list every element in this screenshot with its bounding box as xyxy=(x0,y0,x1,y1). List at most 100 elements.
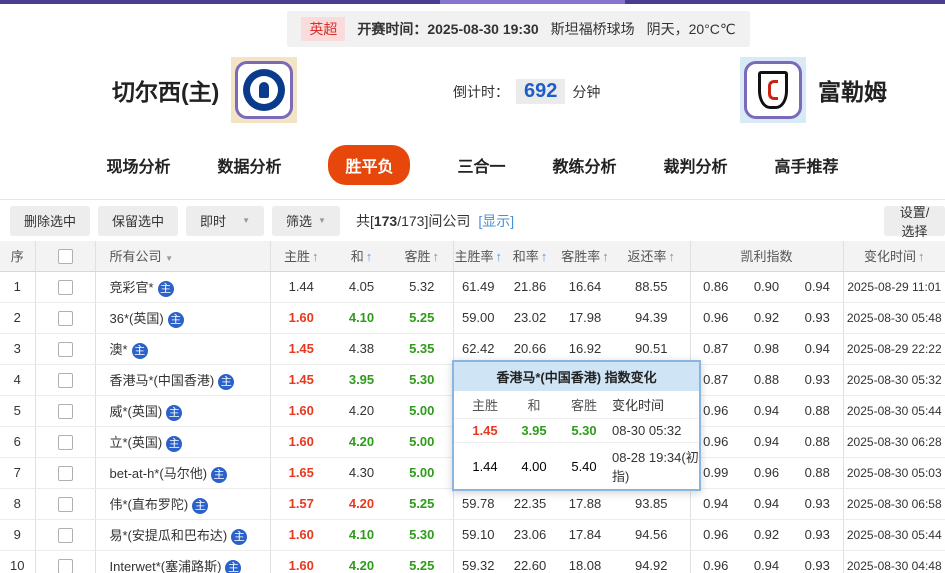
time-mode-dropdown[interactable]: 即时 ▼ xyxy=(186,205,265,236)
tab[interactable]: 三合一 xyxy=(457,145,505,185)
chevron-down-icon: ▼ xyxy=(242,216,251,225)
col-change-time[interactable]: 变化时间 ↑ xyxy=(843,241,945,272)
cell-draw-odds[interactable]: 4.20 xyxy=(332,426,391,458)
league-badge[interactable]: 英超 xyxy=(301,17,346,41)
row-checkbox[interactable] xyxy=(57,310,73,326)
row-checkbox[interactable] xyxy=(57,465,73,481)
cell-away-odds[interactable]: 5.00 xyxy=(391,457,454,489)
row-checkbox[interactable] xyxy=(57,372,73,388)
col-draw-rate[interactable]: 和率 ↑ xyxy=(503,241,557,272)
cell-company[interactable]: 威*(英国) 主 xyxy=(95,395,271,427)
cell-away-odds[interactable]: 5.00 xyxy=(391,426,454,458)
cell-draw-odds[interactable]: 4.10 xyxy=(332,302,391,334)
cell-kelly-away: 0.93 xyxy=(792,519,844,551)
cell-home-odds[interactable]: 1.44 xyxy=(270,271,332,303)
settings-button[interactable]: 设置/选择 xyxy=(884,205,945,239)
cell-company[interactable]: 立*(英国) 主 xyxy=(95,426,271,458)
cell-company[interactable]: 竞彩官* 主 xyxy=(95,271,271,303)
cell-company[interactable]: 澳* 主 xyxy=(95,333,271,365)
cell-kelly-draw: 0.90 xyxy=(741,271,792,303)
cell-away-odds[interactable]: 5.25 xyxy=(391,302,454,334)
cell-away-odds[interactable]: 5.00 xyxy=(391,395,454,427)
cell-home-odds[interactable]: 1.60 xyxy=(270,302,332,334)
cell-away-odds[interactable]: 5.25 xyxy=(391,488,454,520)
cell-away-odds[interactable]: 5.35 xyxy=(391,333,454,365)
tab[interactable]: 胜平负 xyxy=(328,145,411,185)
cell-draw-odds[interactable]: 4.20 xyxy=(332,488,391,520)
row-checkbox[interactable] xyxy=(57,558,73,573)
filter-dropdown[interactable]: 筛选 ▼ xyxy=(272,205,340,236)
keep-selected-button[interactable]: 保留选中 xyxy=(98,205,179,236)
cell-kelly-away: 0.88 xyxy=(792,457,844,489)
tab[interactable]: 现场分析 xyxy=(106,145,170,185)
cell-seq: 8 xyxy=(0,488,36,520)
cell-home-odds[interactable]: 1.60 xyxy=(270,426,332,458)
home-team-name: 切尔西(主) xyxy=(112,79,220,105)
sort-up-icon: ↑ xyxy=(365,249,373,265)
cell-home-odds[interactable]: 1.60 xyxy=(270,395,332,427)
cell-home-odds[interactable]: 1.45 xyxy=(270,364,332,396)
col-company[interactable]: 所有公司 ▼ xyxy=(95,241,271,272)
tab[interactable]: 裁判分析 xyxy=(664,145,728,185)
cell-draw-odds[interactable]: 3.95 xyxy=(332,364,391,396)
tab[interactable]: 数据分析 xyxy=(217,145,281,185)
cell-draw-odds[interactable]: 4.30 xyxy=(332,457,391,489)
cell-checkbox xyxy=(35,271,96,303)
chevron-down-icon: ▼ xyxy=(165,254,174,264)
cell-home-odds[interactable]: 1.60 xyxy=(270,550,332,573)
away-team: 富勒姆 xyxy=(740,57,887,123)
cell-away-rate: 18.08 xyxy=(557,550,613,573)
row-checkbox[interactable] xyxy=(57,403,73,419)
odds-change-tooltip: 香港马*(中国香港) 指数变化 主胜 和 客胜 变化时间 1.45 3.95 5… xyxy=(452,360,701,491)
cell-company[interactable]: Interwet*(塞浦路斯) 主 xyxy=(95,550,271,573)
col-away-rate[interactable]: 客胜率 ↑ xyxy=(557,241,613,272)
chevron-down-icon: ▼ xyxy=(318,216,326,225)
cell-home-odds[interactable]: 1.60 xyxy=(270,519,332,551)
cell-home-odds[interactable]: 1.57 xyxy=(270,488,332,520)
cell-home-odds[interactable]: 1.65 xyxy=(270,457,332,489)
cell-away-odds[interactable]: 5.30 xyxy=(391,519,454,551)
cell-change-time: 2025-08-30 05:48 xyxy=(843,302,945,334)
row-checkbox[interactable] xyxy=(57,496,73,512)
delete-selected-button[interactable]: 删除选中 xyxy=(10,205,91,236)
cell-change-time: 2025-08-30 06:28 xyxy=(843,426,945,458)
col-return-rate[interactable]: 返还率 ↑ xyxy=(613,241,691,272)
col-home-rate[interactable]: 主胜率 ↑ xyxy=(453,241,503,272)
cell-away-odds[interactable]: 5.25 xyxy=(391,550,454,573)
tab-bar: 现场分析 数据分析 胜平负 三合一 教练分析 裁判分析 高手推荐 xyxy=(0,133,945,199)
cell-away-odds[interactable]: 5.30 xyxy=(391,364,454,396)
cell-draw-odds[interactable]: 4.10 xyxy=(332,519,391,551)
row-checkbox[interactable] xyxy=(57,527,73,543)
top-progress-segment xyxy=(440,0,625,4)
select-all-checkbox[interactable] xyxy=(57,248,73,264)
show-link[interactable]: [显示] xyxy=(478,211,514,231)
col-away-win[interactable]: 客胜 ↑ xyxy=(391,241,454,272)
col-draw[interactable]: 和 ↑ xyxy=(332,241,391,272)
col-home-win[interactable]: 主胜 ↑ xyxy=(270,241,332,272)
cell-company[interactable]: 香港马*(中国香港) 主 xyxy=(95,364,271,396)
row-checkbox[interactable] xyxy=(57,434,73,450)
cell-company[interactable]: 伟*(直布罗陀) 主 xyxy=(95,488,271,520)
cell-company[interactable]: bet-at-h*(马尔他) 主 xyxy=(95,457,271,489)
table-row: 8 伟*(直布罗陀) 主 1.57 4.20 5.25 59.78 22.35 1… xyxy=(0,488,945,520)
cell-away-odds[interactable]: 5.32 xyxy=(391,271,454,303)
cell-change-time: 2025-08-30 05:32 xyxy=(843,364,945,396)
cell-draw-odds[interactable]: 4.20 xyxy=(332,395,391,427)
cell-company[interactable]: 36*(英国) 主 xyxy=(95,302,271,334)
cell-kelly-away: 0.94 xyxy=(792,271,844,303)
row-checkbox[interactable] xyxy=(57,341,73,357)
row-checkbox[interactable] xyxy=(57,279,73,295)
tab[interactable]: 高手推荐 xyxy=(775,145,839,185)
cell-draw-odds[interactable]: 4.38 xyxy=(332,333,391,365)
cell-draw-rate: 23.02 xyxy=(503,302,557,334)
countdown-unit: 分钟 xyxy=(572,83,601,100)
toolbar: 删除选中 保留选中 即时 ▼ 筛选 ▼ 共[173/173]间公司 [显示] 设… xyxy=(0,199,945,241)
tab[interactable]: 教练分析 xyxy=(553,145,617,185)
cell-draw-rate: 23.06 xyxy=(503,519,557,551)
cell-home-odds[interactable]: 1.45 xyxy=(270,333,332,365)
away-team-name: 富勒姆 xyxy=(818,79,887,105)
cell-kelly-draw: 0.96 xyxy=(741,457,792,489)
cell-draw-odds[interactable]: 4.20 xyxy=(332,550,391,573)
cell-company[interactable]: 易*(安提瓜和巴布达) 主 xyxy=(95,519,271,551)
cell-draw-odds[interactable]: 4.05 xyxy=(332,271,391,303)
